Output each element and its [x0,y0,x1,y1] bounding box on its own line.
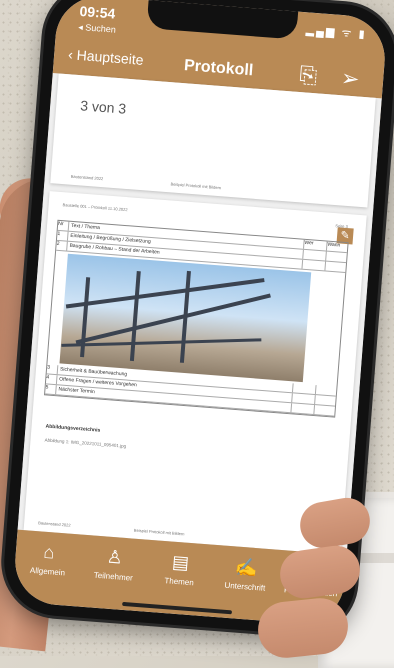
signature-icon: ✍ [234,556,259,579]
page-footer-middle: Beispiel Protokoll mit Bildern [170,181,222,191]
send-icon[interactable]: ➢ [336,65,364,93]
page-header-left: Baustelle 001 – Protokoll 11.10.2022 [62,202,128,213]
tab-teilnehmer[interactable]: ♙ Teilnehmer [78,535,149,612]
protocol-table: Nr Text / Thema Wer Wann 1 Einleitung / Beg… [43,219,349,418]
notch [146,0,299,40]
tab-allgemein[interactable]: ⌂ Allgemein [12,530,83,607]
page-footer-left: Bautenstand 2022 [38,520,71,528]
house-icon: ⌂ [42,541,56,563]
image-caption: Abbildung 1: IMG_20221011_095401.jpg [44,437,127,449]
page-counter: 3 von 3 [79,97,127,117]
pdf-page: Baustelle 001 – Protokoll 11.10.2022 Sei… [23,191,367,555]
save-pdf-icon[interactable]: ⎘ [294,62,322,90]
pdf-viewer[interactable]: 3 von 3 Bautenstand 2022 Beispiel Protok… [17,73,382,555]
tab-label: Unterschrift [224,580,266,593]
page-footer-middle: Beispiel Protokoll mit Bildern [133,527,185,537]
tab-label: Teilnehmer [93,570,134,583]
appendix-heading: Abbildungsverzeichnis [45,423,101,434]
pdf-page-previous: 3 von 3 Bautenstand 2022 Beispiel Protok… [50,73,376,208]
status-icons: ▂▄▆ ᯤ ▮ [305,24,368,41]
construction-photo [59,253,312,383]
tab-label: Allgemein [29,565,66,578]
document-icon: ▤ [171,551,190,573]
person-icon: ♙ [105,546,124,568]
status-back-link[interactable]: ◂ Suchen [78,22,116,36]
status-time: 09:54 [78,2,116,22]
tab-label: Themen [164,576,195,588]
page-footer-left: Bautenstand 2022 [70,173,104,182]
